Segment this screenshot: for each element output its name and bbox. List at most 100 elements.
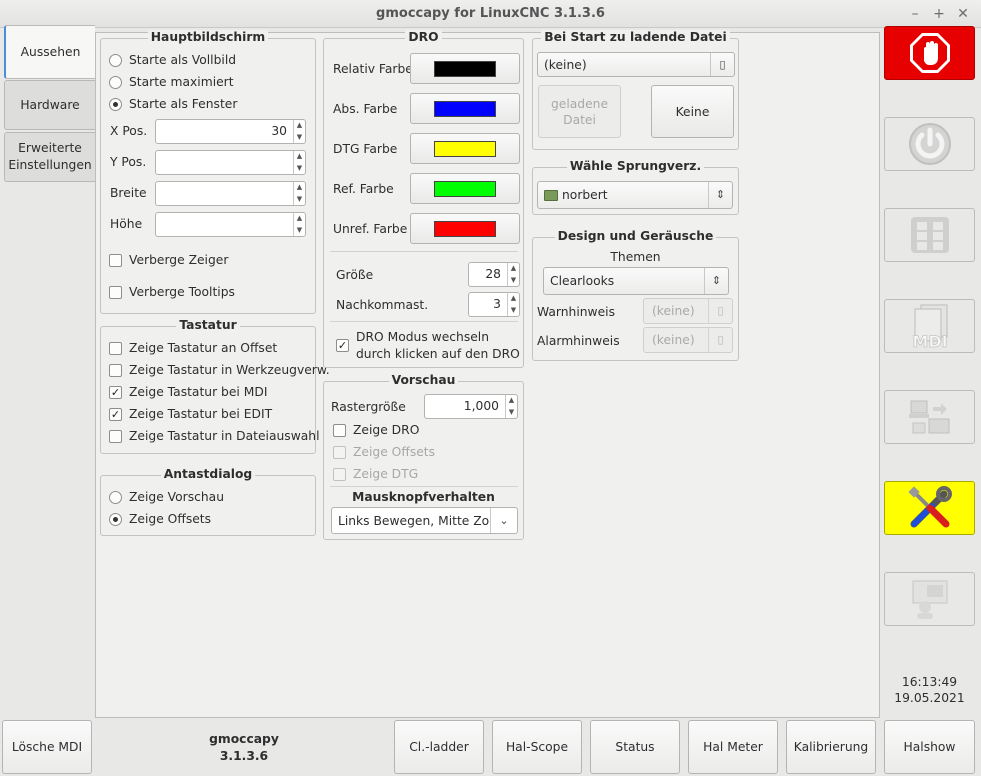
abs-color-button[interactable] — [410, 93, 520, 124]
color-swatch — [434, 100, 496, 117]
jumpdir-chooser[interactable]: norbert ⇕ — [537, 181, 733, 209]
theme-combo[interactable]: Clearlooks ⇕ — [543, 267, 729, 295]
checkbox-icon[interactable] — [109, 285, 122, 299]
radio-fenster[interactable]: Starte als Fenster — [109, 97, 237, 111]
breite-spinbutton[interactable]: ▲ ▼ — [155, 181, 306, 206]
halshow-button[interactable]: Halshow — [884, 720, 975, 774]
check-tastatur-mdi[interactable]: ✓ Zeige Tastatur bei MDI — [109, 385, 267, 399]
ypos-value[interactable] — [156, 151, 293, 174]
file-icon[interactable]: ▯ — [710, 53, 734, 76]
checkbox-icon[interactable]: ✓ — [109, 385, 122, 399]
radio-icon[interactable] — [109, 53, 122, 67]
spin-up-icon[interactable]: ▲ — [506, 395, 517, 407]
none-file-button[interactable]: Keine — [651, 85, 734, 138]
spin-up-icon[interactable]: ▲ — [508, 293, 519, 305]
spin-up-icon[interactable]: ▲ — [294, 151, 305, 163]
check-hide-pointer[interactable]: Verberge Zeiger — [109, 253, 228, 267]
xpos-value[interactable]: 30 — [156, 120, 293, 143]
radio-zeige-vorschau[interactable]: Zeige Vorschau — [109, 490, 224, 504]
checkbox-icon[interactable] — [109, 363, 122, 377]
tab-aussehen[interactable]: Aussehen — [4, 25, 95, 79]
user-tabs-button[interactable] — [884, 572, 975, 626]
button-label: Hal Meter — [703, 740, 763, 754]
close-icon[interactable]: ✕ — [954, 5, 972, 23]
check-show-dro[interactable]: Zeige DRO — [333, 423, 419, 437]
check-tastatur-edit[interactable]: ✓ Zeige Tastatur bei EDIT — [109, 407, 272, 421]
radio-icon[interactable] — [109, 97, 122, 111]
dro-size-spinbutton[interactable]: 28 ▲ ▼ — [468, 262, 520, 287]
check-tastatur-werkzeug[interactable]: Zeige Tastatur in Werkzeugverw. — [109, 363, 330, 377]
radio-vollbild[interactable]: Starte als Vollbild — [109, 53, 236, 67]
spin-up-icon[interactable]: ▲ — [294, 213, 305, 225]
classicladder-button[interactable]: Cl.-ladder — [394, 720, 484, 774]
estop-button[interactable] — [884, 26, 975, 80]
chevron-down-icon[interactable]: ⌄ — [490, 508, 517, 533]
breite-value[interactable] — [156, 182, 293, 205]
checkbox-icon[interactable] — [333, 423, 346, 437]
startfile-value: (keine) — [544, 57, 587, 72]
spin-down-icon[interactable]: ▼ — [508, 275, 519, 287]
radio-maximiert[interactable]: Starte maximiert — [109, 75, 234, 89]
dro-digits-spinbutton[interactable]: 3 ▲ ▼ — [468, 292, 520, 317]
spin-up-icon[interactable]: ▲ — [294, 182, 305, 194]
grid-size-value[interactable]: 1,000 — [425, 395, 505, 418]
tab-hardware[interactable]: Hardware — [4, 80, 95, 130]
relativ-color-button[interactable] — [410, 53, 520, 84]
settings-button[interactable] — [884, 481, 975, 535]
spin-down-icon[interactable]: ▼ — [506, 407, 517, 419]
spin-down-icon[interactable]: ▼ — [294, 163, 305, 175]
manual-jog-button[interactable] — [884, 208, 975, 262]
ref-color-button[interactable] — [410, 173, 520, 204]
startfile-chooser[interactable]: (keine) ▯ — [537, 52, 735, 77]
radio-icon[interactable] — [109, 75, 122, 89]
tab-erweiterte-einstellungen[interactable]: Erweiterte Einstellungen — [4, 132, 95, 182]
grid-size-spinbutton[interactable]: 1,000 ▲ ▼ — [424, 394, 518, 419]
frame-title: Design und Geräusche — [532, 228, 739, 244]
dro-digits-value[interactable]: 3 — [469, 293, 507, 316]
hoehe-spinbutton[interactable]: ▲ ▼ — [155, 212, 306, 237]
clear-mdi-button[interactable]: Lösche MDI — [2, 720, 92, 774]
calibration-button[interactable]: Kalibrierung — [786, 720, 876, 774]
chevron-updown-icon[interactable]: ⇕ — [704, 268, 728, 294]
halmeter-button[interactable]: Hal Meter — [688, 720, 778, 774]
unref-color-button[interactable] — [410, 213, 520, 244]
frame-title: Hauptbildschirm — [100, 29, 316, 45]
checkbox-icon[interactable] — [109, 341, 122, 355]
radio-icon[interactable] — [109, 490, 122, 504]
spin-up-icon[interactable]: ▲ — [508, 263, 519, 275]
minimize-icon[interactable]: – — [906, 5, 924, 23]
dtg-color-button[interactable] — [410, 133, 520, 164]
check-tastatur-offset[interactable]: Zeige Tastatur an Offset — [109, 341, 277, 355]
xpos-spinbutton[interactable]: 30 ▲ ▼ — [155, 119, 306, 144]
spin-down-icon[interactable]: ▼ — [294, 132, 305, 144]
dro-size-value[interactable]: 28 — [469, 263, 507, 286]
radio-icon[interactable] — [109, 512, 122, 526]
spin-down-icon[interactable]: ▼ — [294, 194, 305, 206]
spin-down-icon[interactable]: ▼ — [508, 305, 519, 317]
checkbox-label: Verberge Tooltips — [129, 285, 235, 299]
mdi-button[interactable]: MDI — [884, 299, 975, 353]
checkbox-icon[interactable]: ✓ — [336, 339, 349, 352]
checkbox-icon[interactable]: ✓ — [109, 407, 122, 421]
auto-button[interactable] — [884, 390, 975, 444]
check-dro-toggle[interactable]: ✓ DRO Modus wechseln durch klicken auf den… — [336, 329, 520, 363]
spin-down-icon[interactable]: ▼ — [294, 225, 305, 237]
checkbox-label: Zeige Tastatur an Offset — [129, 341, 278, 355]
hoehe-value[interactable] — [156, 213, 293, 236]
spin-up-icon[interactable]: ▲ — [294, 120, 305, 132]
maximize-icon[interactable]: + — [930, 5, 948, 23]
power-button[interactable] — [884, 117, 975, 171]
check-tastatur-datei[interactable]: Zeige Tastatur in Dateiauswahl — [109, 429, 320, 443]
ypos-spinbutton[interactable]: ▲ ▼ — [155, 150, 306, 175]
checkbox-icon[interactable] — [109, 429, 122, 443]
status-button[interactable]: Status — [590, 720, 680, 774]
check-hide-tooltips[interactable]: Verberge Tooltips — [109, 285, 235, 299]
chevron-updown-icon[interactable]: ⇕ — [708, 182, 732, 208]
checkbox-icon[interactable] — [109, 253, 122, 267]
radio-zeige-offsets[interactable]: Zeige Offsets — [109, 512, 211, 526]
mouse-behavior-combo[interactable]: Links Bewegen, Mitte Zoom⌄ — [331, 507, 518, 534]
dtg-color-label: DTG Farbe — [333, 142, 398, 156]
halscope-button[interactable]: Hal-Scope — [492, 720, 582, 774]
checkbox-icon — [333, 445, 346, 459]
separator — [330, 321, 518, 322]
